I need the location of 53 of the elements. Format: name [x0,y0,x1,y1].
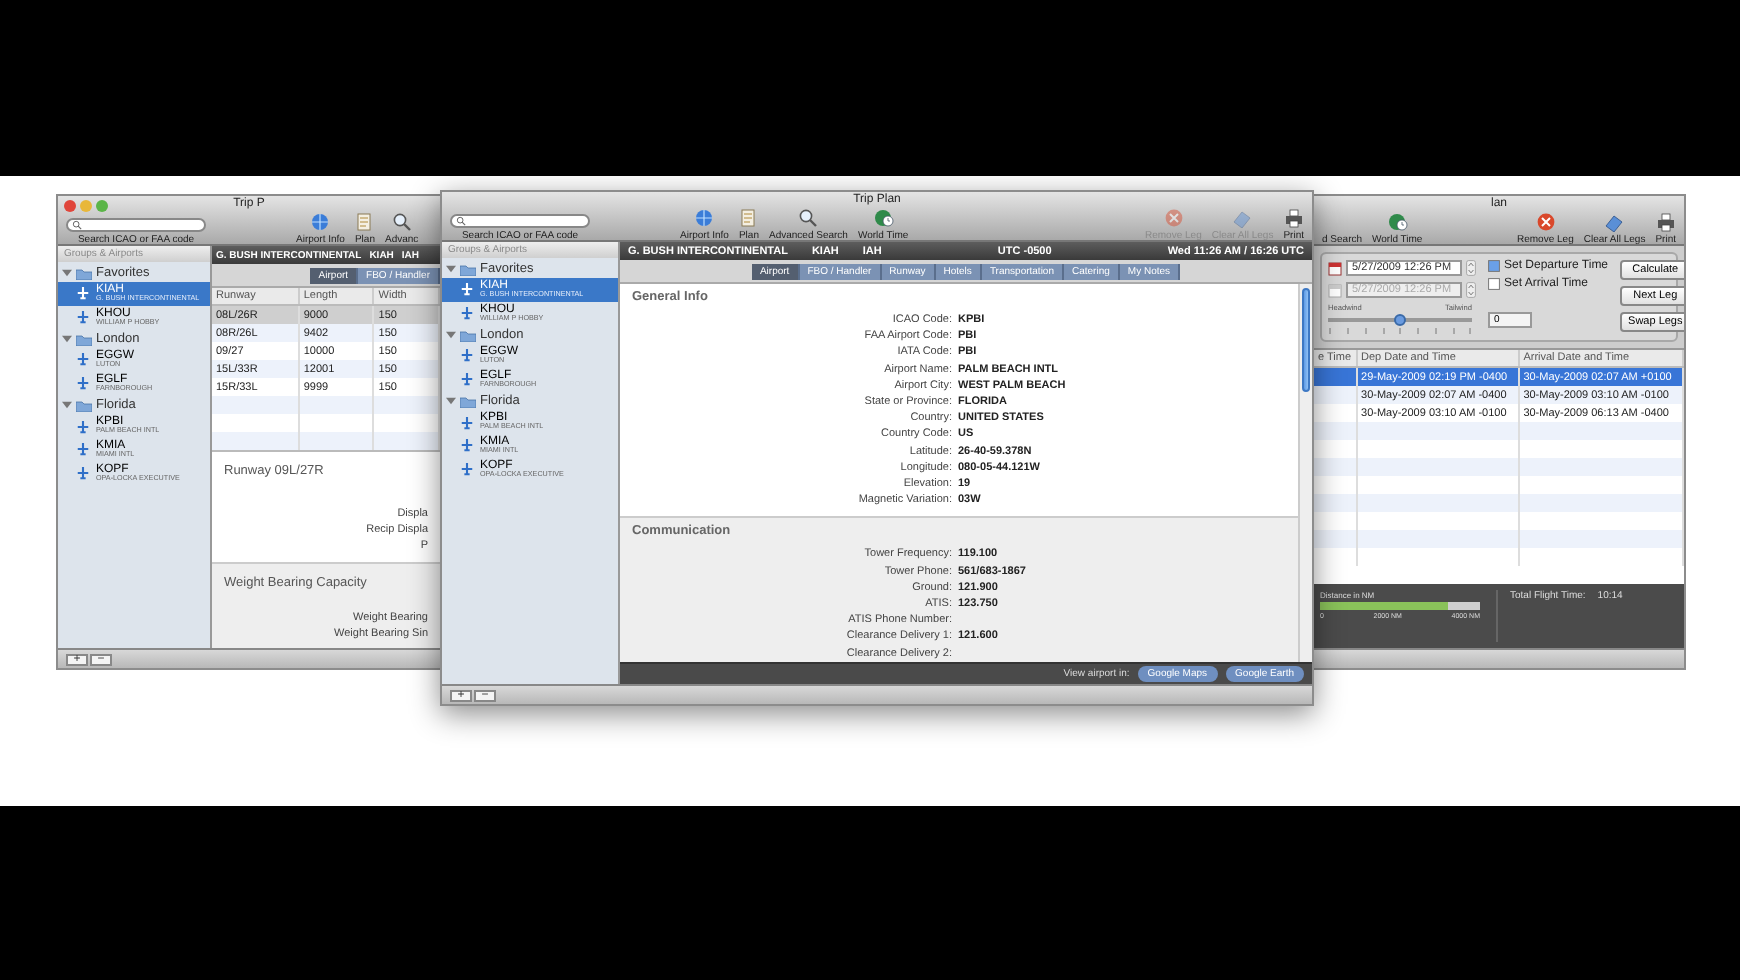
disclosure-triangle-icon[interactable] [62,268,72,278]
airplane-icon [76,309,90,324]
airplane-icon [76,376,90,391]
calendar-icon [1328,283,1342,297]
airplane-icon [460,348,474,363]
disclosure-triangle-icon[interactable] [62,400,72,411]
eraser-icon [1232,208,1253,228]
close-button[interactable] [64,200,76,212]
stepper-icon[interactable] [1466,282,1476,298]
globe-icon [694,208,715,228]
globe-clock-icon [873,208,894,228]
airplane-icon [76,465,90,480]
airplane-icon [76,419,90,434]
checkbox[interactable] [1488,260,1500,272]
cross-circle-icon [1163,208,1184,228]
disclosure-triangle-icon[interactable] [446,330,456,341]
search-field[interactable] [450,214,590,228]
scroll-thumb[interactable] [1302,288,1310,392]
magnifier-icon [391,212,412,232]
folder-icon [76,399,92,412]
stepper-icon[interactable] [1466,260,1476,276]
airplane-icon [76,442,90,457]
search-icon [72,220,82,230]
globe-icon [310,212,331,232]
airplane-icon [460,305,474,320]
airplane-icon [76,352,90,367]
cross-circle-icon [1535,212,1556,232]
printer-icon [1283,208,1304,228]
airplane-icon [460,282,474,297]
zoom-button[interactable] [96,200,108,212]
airplane-icon [460,415,474,430]
disclosure-triangle-icon[interactable] [446,264,456,274]
printer-icon [1655,212,1676,232]
slider-thumb[interactable] [1394,314,1406,326]
airplane-icon [460,461,474,476]
eraser-icon [1604,212,1625,232]
scrollbar[interactable] [1298,284,1312,662]
search-icon [456,216,466,226]
calendar-icon [1328,261,1342,275]
disclosure-triangle-icon[interactable] [446,396,456,407]
search-field[interactable] [66,218,206,232]
document-icon [738,208,759,228]
airplane-icon [460,372,474,387]
folder-icon [460,395,476,408]
document-icon [354,212,375,232]
checkbox[interactable] [1488,278,1500,290]
airplane-icon [460,438,474,453]
magnifier-icon [798,208,819,228]
folder-icon [460,329,476,342]
airplane-icon [76,286,90,301]
folder-icon [76,333,92,346]
disclosure-triangle-icon[interactable] [62,334,72,345]
globe-clock-icon [1387,212,1408,232]
